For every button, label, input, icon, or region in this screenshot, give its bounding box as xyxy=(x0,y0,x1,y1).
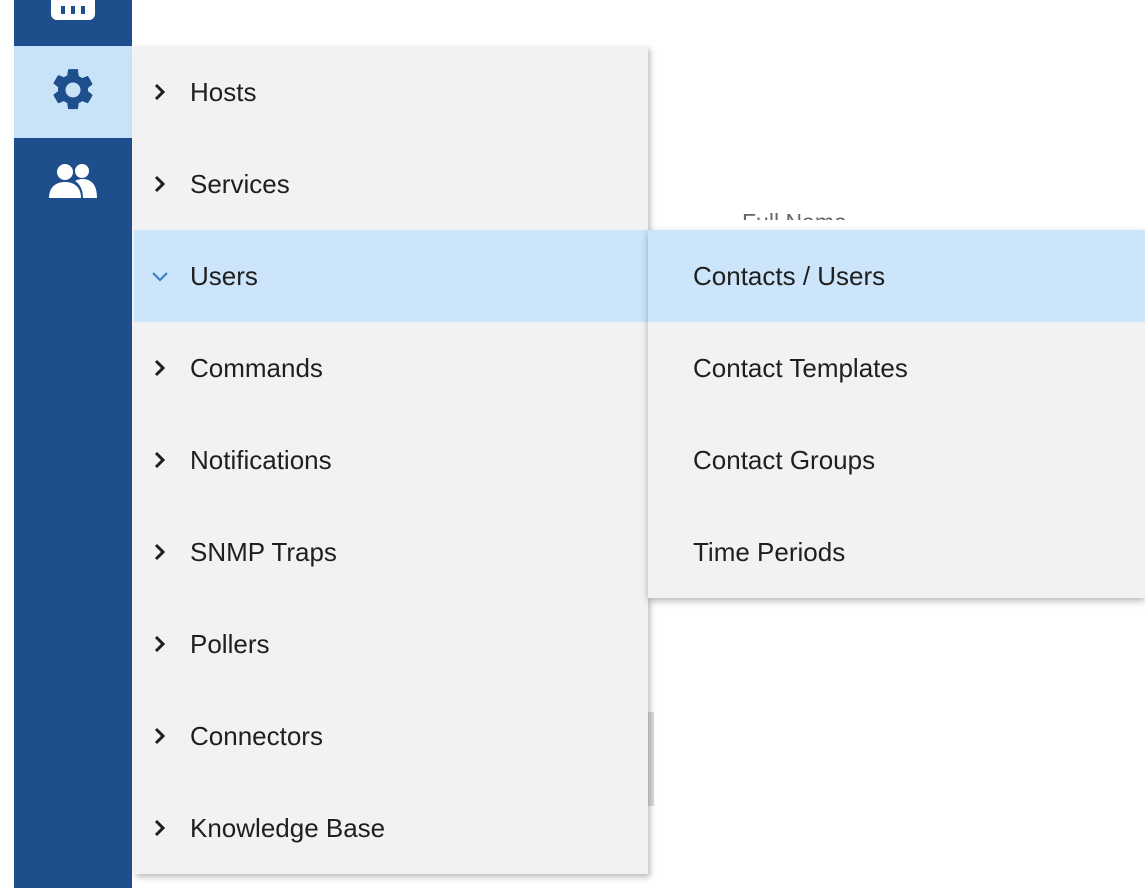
submenu-item-time-periods[interactable]: Time Periods xyxy=(648,506,1145,598)
chevron-right-icon xyxy=(148,632,172,656)
menu-item-label: Services xyxy=(190,168,290,199)
gear-icon xyxy=(48,65,98,120)
menu-item-label: Notifications xyxy=(190,444,332,475)
menu-item-connectors[interactable]: Connectors xyxy=(134,690,648,782)
submenu-item-contacts-users[interactable]: Contacts / Users xyxy=(648,230,1145,322)
menu-item-label: Hosts xyxy=(190,76,257,107)
left-rail xyxy=(14,0,132,888)
menu-item-notifications[interactable]: Notifications xyxy=(134,414,648,506)
menu-item-hosts[interactable]: Hosts xyxy=(134,46,648,138)
submenu-item-contact-templates[interactable]: Contact Templates xyxy=(648,322,1145,414)
menu-item-services[interactable]: Services xyxy=(134,138,648,230)
menu-item-knowledge-base[interactable]: Knowledge Base xyxy=(134,782,648,874)
background-field-label: Full Name xyxy=(742,196,878,220)
chevron-right-icon xyxy=(148,816,172,840)
chevron-right-icon xyxy=(148,172,172,196)
menu-item-pollers[interactable]: Pollers xyxy=(134,598,648,690)
chevron-right-icon xyxy=(148,80,172,104)
chevron-right-icon xyxy=(148,540,172,564)
submenu-item-label: Time Periods xyxy=(693,536,846,567)
submenu-item-contact-groups[interactable]: Contact Groups xyxy=(648,414,1145,506)
configuration-menu: Hosts Services Users Commands Notificati… xyxy=(134,46,648,874)
menu-item-label: Pollers xyxy=(190,628,270,659)
menu-item-label: Knowledge Base xyxy=(190,812,386,843)
chevron-right-icon xyxy=(148,448,172,472)
chevron-down-icon xyxy=(148,264,172,288)
menu-item-users[interactable]: Users xyxy=(134,230,648,322)
chevron-right-icon xyxy=(148,356,172,380)
submenu-item-label: Contact Groups xyxy=(693,444,876,475)
menu-item-label: Commands xyxy=(190,352,323,383)
menu-item-label: SNMP Traps xyxy=(190,536,337,567)
users-submenu: Contacts / Users Contact Templates Conta… xyxy=(648,230,1145,598)
background-divider xyxy=(648,712,654,806)
menu-item-snmp-traps[interactable]: SNMP Traps xyxy=(134,506,648,598)
menu-item-commands[interactable]: Commands xyxy=(134,322,648,414)
page: Full Name xyxy=(0,0,1145,888)
dashboard-icon xyxy=(49,0,97,27)
menu-item-label: Connectors xyxy=(190,720,323,751)
chevron-right-icon xyxy=(148,724,172,748)
submenu-item-label: Contact Templates xyxy=(693,352,908,383)
submenu-item-label: Contacts / Users xyxy=(693,260,886,291)
users-icon xyxy=(46,160,100,209)
menu-item-label: Users xyxy=(190,260,258,291)
rail-item-dashboard[interactable] xyxy=(14,0,132,46)
rail-item-users[interactable] xyxy=(14,138,132,230)
rail-item-configuration[interactable] xyxy=(14,46,132,138)
